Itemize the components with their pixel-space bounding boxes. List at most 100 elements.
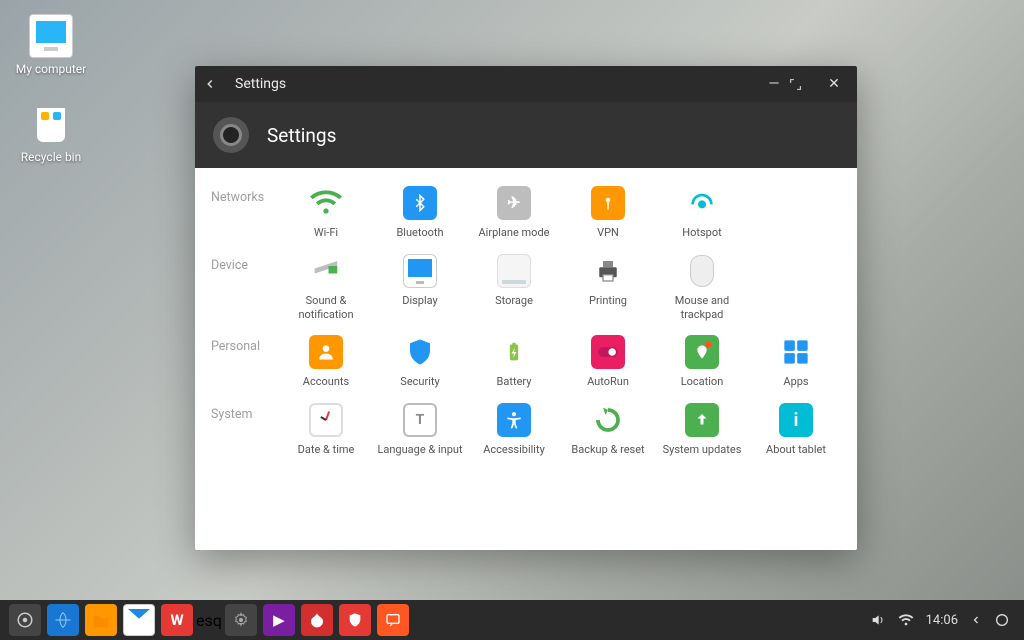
info-icon: i <box>779 403 813 437</box>
item-label: Airplane mode <box>469 226 559 240</box>
desktop-icon-label: Recycle bin <box>6 150 96 164</box>
accounts-icon <box>309 335 343 369</box>
item-accounts[interactable]: Accounts <box>281 331 371 393</box>
computer-icon <box>29 14 73 58</box>
gear-icon <box>213 117 249 153</box>
autorun-icon <box>591 335 625 369</box>
settings-content: Networks Wi-Fi Bluetooth <box>195 168 857 550</box>
item-date-time[interactable]: Date & time <box>281 399 371 461</box>
taskbar-pdf[interactable] <box>301 604 333 636</box>
item-label: AutoRun <box>563 375 653 389</box>
item-sound[interactable]: Sound & notification <box>281 250 371 326</box>
tray-wifi-icon[interactable] <box>898 613 914 627</box>
taskbar-chat[interactable] <box>377 604 409 636</box>
section-system: System Date & time T Language & input <box>211 399 841 461</box>
item-autorun[interactable]: AutoRun <box>563 331 653 393</box>
system-tray: 14:06 <box>870 612 1018 628</box>
tray-back-icon[interactable] <box>970 613 982 627</box>
item-label: About tablet <box>751 443 841 457</box>
printer-icon <box>591 254 625 288</box>
airplane-icon: ✈ <box>497 186 531 220</box>
section-label: Networks <box>211 182 281 244</box>
item-label: Wi-Fi <box>281 226 371 240</box>
desktop-icon-my-computer[interactable]: My computer <box>6 14 96 76</box>
tray-home-icon[interactable] <box>994 612 1010 628</box>
minimize-button[interactable]: — <box>759 76 789 92</box>
taskbar-mail[interactable] <box>123 604 155 636</box>
clock-icon <box>309 403 343 437</box>
taskbar-security[interactable] <box>339 604 371 636</box>
item-mouse[interactable]: Mouse and trackpad <box>657 250 747 326</box>
item-hotspot[interactable]: Hotspot <box>657 182 747 244</box>
item-location[interactable]: Location <box>657 331 747 393</box>
item-wifi[interactable]: Wi-Fi <box>281 182 371 244</box>
backup-icon <box>591 403 625 437</box>
item-security[interactable]: Security <box>375 331 465 393</box>
section-device: Device Sound & notification Display <box>211 250 841 326</box>
tray-clock[interactable]: 14:06 <box>926 613 958 628</box>
item-updates[interactable]: System updates <box>657 399 747 461</box>
item-storage[interactable]: Storage <box>469 250 559 326</box>
item-label: Accounts <box>281 375 371 389</box>
item-label: System updates <box>657 443 747 457</box>
item-language[interactable]: T Language & input <box>375 399 465 461</box>
settings-window: Settings — ✕ Settings Networks Wi- <box>195 66 857 550</box>
desktop-icon-recycle-bin[interactable]: Recycle bin <box>6 102 96 164</box>
battery-icon <box>497 335 531 369</box>
item-label: Printing <box>563 294 653 308</box>
recycle-bin-icon <box>29 102 73 146</box>
item-backup[interactable]: Backup & reset <box>563 399 653 461</box>
item-label: Apps <box>751 375 841 389</box>
item-label: Security <box>375 375 465 389</box>
item-display[interactable]: Display <box>375 250 465 326</box>
bluetooth-icon <box>403 186 437 220</box>
item-bluetooth[interactable]: Bluetooth <box>375 182 465 244</box>
settings-header: Settings <box>195 102 857 168</box>
shield-icon <box>403 335 437 369</box>
item-airplane-mode[interactable]: ✈ Airplane mode <box>469 182 559 244</box>
taskbar-files[interactable] <box>85 604 117 636</box>
item-label: Date & time <box>281 443 371 457</box>
vpn-icon <box>591 186 625 220</box>
section-label: Device <box>211 250 281 326</box>
language-icon: T <box>403 403 437 437</box>
titlebar[interactable]: Settings — ✕ <box>195 66 857 102</box>
taskbar: W esq ▶ 14:06 <box>0 600 1024 640</box>
item-label: Mouse and trackpad <box>657 294 747 322</box>
taskbar-browser[interactable] <box>47 604 79 636</box>
maximize-button[interactable] <box>789 78 819 91</box>
tray-volume-icon[interactable] <box>870 612 886 628</box>
desktop-icon-label: My computer <box>6 62 96 76</box>
item-vpn[interactable]: VPN <box>563 182 653 244</box>
hotspot-icon <box>685 186 719 220</box>
close-button[interactable]: ✕ <box>819 76 849 92</box>
back-button[interactable] <box>203 77 231 91</box>
storage-icon <box>497 254 531 288</box>
item-apps[interactable]: Apps <box>751 331 841 393</box>
taskbar-wps[interactable]: W <box>161 604 193 636</box>
item-printing[interactable]: Printing <box>563 250 653 326</box>
section-networks: Networks Wi-Fi Bluetooth <box>211 182 841 244</box>
item-about[interactable]: i About tablet <box>751 399 841 461</box>
item-label: Storage <box>469 294 559 308</box>
taskbar-media[interactable]: ▶ <box>263 604 295 636</box>
window-title: Settings <box>231 76 759 92</box>
item-label: Display <box>375 294 465 308</box>
section-label: System <box>211 399 281 461</box>
section-personal: Personal Accounts Security <box>211 331 841 393</box>
sound-icon <box>309 254 343 288</box>
item-label: Sound & notification <box>281 294 371 322</box>
mouse-icon <box>685 254 719 288</box>
item-accessibility[interactable]: Accessibility <box>469 399 559 461</box>
desktop: My computer Recycle bin Settings — ✕ Set… <box>0 0 1024 640</box>
item-label: Language & input <box>375 443 465 457</box>
display-icon <box>403 254 437 288</box>
item-label: Battery <box>469 375 559 389</box>
item-battery[interactable]: Battery <box>469 331 559 393</box>
header-title: Settings <box>267 124 336 147</box>
item-label: Bluetooth <box>375 226 465 240</box>
apps-icon <box>779 335 813 369</box>
wifi-icon <box>309 186 343 220</box>
taskbar-settings[interactable] <box>225 604 257 636</box>
start-button[interactable] <box>9 604 41 636</box>
